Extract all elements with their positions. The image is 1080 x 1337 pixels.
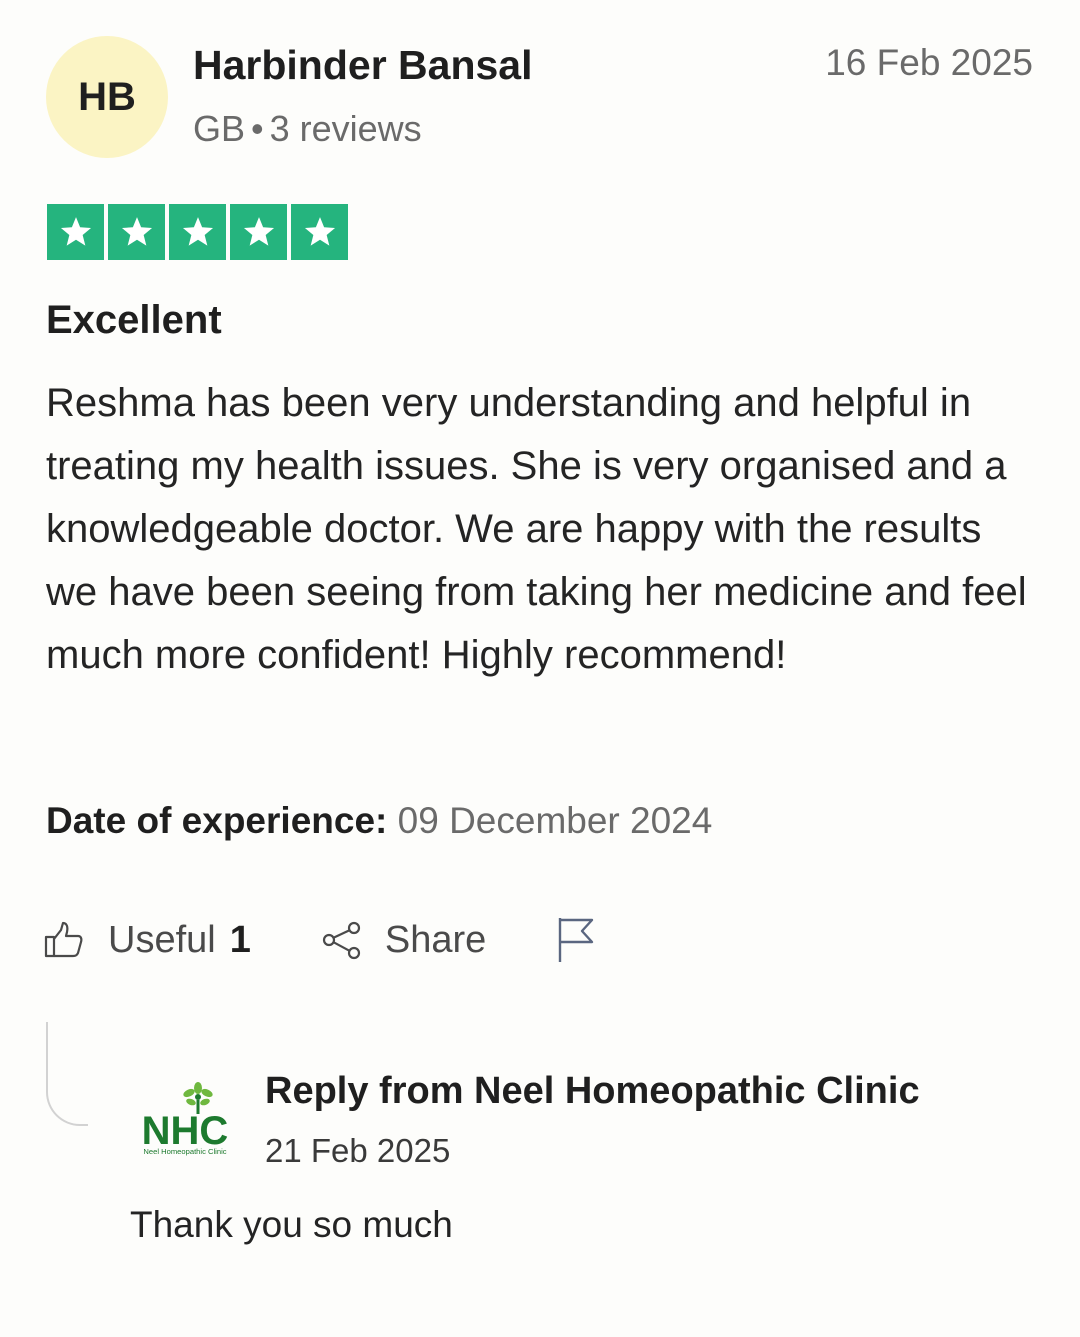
reply-text: Thank you so much	[130, 1204, 453, 1245]
star-icon	[47, 204, 104, 260]
useful-button[interactable]: Useful 1	[44, 919, 251, 962]
useful-label: Useful	[108, 918, 216, 961]
review-date: 16 Feb 2025	[825, 42, 1033, 83]
separator-dot: •	[251, 108, 264, 149]
reply-title: Reply from Neel Homeopathic Clinic	[265, 1070, 920, 1112]
reviewer-meta: GB • 3 reviews	[193, 108, 422, 150]
logo-subtitle: Neel Homeopathic Clinic	[143, 1147, 226, 1156]
reply-thread-line	[46, 1022, 88, 1126]
review-title: Excellent	[46, 298, 222, 342]
experience-date: 09 December 2024	[397, 800, 713, 841]
reply-date: 21 Feb 2025	[265, 1132, 451, 1169]
date-of-experience: Date of experience: 09 December 2024	[46, 800, 712, 842]
reviewer-review-count: 3 reviews	[269, 108, 422, 149]
share-icon	[322, 921, 360, 960]
useful-count: 1	[229, 918, 251, 961]
company-logo: NHC Neel Homeopathic Clinic	[132, 1078, 238, 1164]
review-actions: Useful 1 Share	[44, 916, 598, 964]
star-icon	[230, 204, 287, 260]
star-icon	[108, 204, 165, 260]
star-rating	[47, 204, 348, 260]
reviewer-name[interactable]: Harbinder Bansal	[193, 42, 533, 89]
avatar-initials: HB	[78, 74, 136, 119]
review-body: Reshma has been very understanding and h…	[46, 381, 1027, 677]
star-icon	[169, 204, 226, 260]
reviewer-country: GB	[193, 108, 246, 149]
thumbs-up-icon	[44, 921, 83, 958]
report-flag-button[interactable]	[556, 916, 598, 964]
star-icon	[291, 204, 348, 260]
avatar[interactable]: HB	[46, 36, 168, 158]
experience-label: Date of experience:	[46, 800, 388, 841]
share-button[interactable]: Share	[321, 919, 486, 962]
share-label: Share	[384, 918, 487, 961]
flag-icon	[559, 918, 594, 962]
